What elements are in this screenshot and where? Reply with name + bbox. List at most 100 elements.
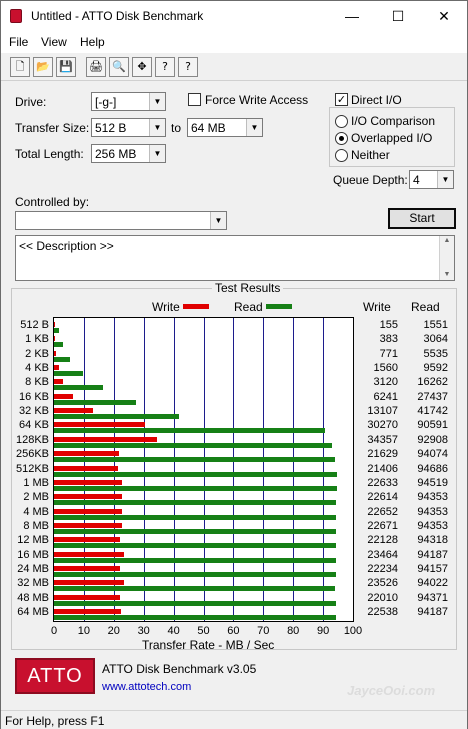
read-bar	[54, 615, 336, 620]
read-bar	[54, 600, 337, 606]
read-value: 3064	[423, 333, 448, 346]
toolbar: 🗋 📂 💾 🖨 🔍 ✥ ? ?	[1, 53, 467, 81]
io-comparison-radio[interactable]	[335, 115, 348, 128]
print-preview-icon[interactable]: 🔍	[109, 57, 129, 77]
overlapped-io-radio[interactable]	[335, 132, 348, 145]
direct-io-label[interactable]: Direct I/O	[351, 93, 402, 107]
write-value: 22128	[367, 534, 398, 547]
read-value: 94157	[417, 562, 448, 575]
row-label: 2 MB	[23, 491, 49, 504]
save-icon[interactable]: 💾	[56, 57, 76, 77]
read-bar	[54, 457, 336, 463]
direct-io-checkbox[interactable]: ✓	[335, 93, 348, 106]
x-tick-label: 30	[137, 625, 150, 637]
chevron-down-icon[interactable]: ▼	[149, 93, 165, 110]
neither-label[interactable]: Neither	[351, 148, 390, 162]
menu-view[interactable]: View	[41, 35, 67, 49]
drive-select[interactable]: [-g-] ▼	[91, 92, 166, 111]
read-bar	[54, 571, 336, 577]
write-bar	[54, 436, 157, 442]
transfer-size-label: Transfer Size:	[15, 121, 90, 135]
queue-depth-select[interactable]: 4 ▼	[409, 170, 454, 189]
read-bar	[54, 528, 337, 534]
read-value: 41742	[417, 405, 448, 418]
open-folder-icon[interactable]: 📂	[33, 57, 53, 77]
new-file-icon[interactable]: 🗋	[10, 57, 30, 77]
read-bar	[54, 557, 336, 563]
chevron-down-icon[interactable]: ▼	[246, 119, 262, 136]
io-comparison-label[interactable]: I/O Comparison	[351, 114, 435, 128]
scroll-down-icon[interactable]: ▼	[440, 270, 454, 280]
description-text: << Description >>	[19, 239, 114, 253]
status-text: For Help, press F1	[5, 714, 105, 728]
maximize-button[interactable]: ☐	[375, 1, 421, 31]
legend-write-swatch	[183, 304, 209, 309]
read-bar	[54, 371, 83, 377]
read-bar	[54, 442, 332, 448]
description-scrollbar[interactable]: ▲ ▼	[439, 236, 454, 280]
write-value: 30270	[367, 419, 398, 432]
menu-file[interactable]: File	[9, 35, 28, 49]
write-bar	[54, 508, 122, 514]
write-value: 22614	[367, 491, 398, 504]
write-value: 22234	[367, 562, 398, 575]
controlled-by-select[interactable]: ▼	[15, 211, 227, 230]
read-bar	[54, 414, 179, 420]
write-bar	[54, 494, 122, 500]
app-window: Untitled - ATTO Disk Benchmark — ☐ ✕ Fil…	[0, 0, 468, 729]
write-value: 23526	[367, 577, 398, 590]
write-value: 13107	[367, 405, 398, 418]
row-label: 8 MB	[23, 519, 49, 532]
total-length-select[interactable]: 256 MB ▼	[91, 144, 166, 163]
write-value: 6241	[373, 390, 398, 403]
whats-this-help-icon[interactable]: ?	[178, 57, 198, 77]
row-label: 4 MB	[23, 505, 49, 518]
app-icon	[10, 9, 22, 23]
row-label: 48 MB	[17, 591, 49, 604]
read-bar	[54, 485, 337, 491]
write-value: 22010	[367, 591, 398, 604]
row-label: 256KB	[15, 448, 49, 461]
read-value: 94318	[417, 534, 448, 547]
force-write-checkbox[interactable]	[188, 93, 201, 106]
chevron-down-icon[interactable]: ▼	[437, 171, 453, 188]
write-bar	[54, 580, 125, 586]
write-value: 3120	[373, 376, 398, 389]
write-bar	[54, 422, 145, 428]
minimize-button[interactable]: —	[329, 1, 375, 31]
write-bar	[54, 565, 121, 571]
legend-write-label: Write	[152, 300, 180, 314]
description-field[interactable]: << Description >> ▲ ▼	[15, 235, 455, 281]
write-bar	[54, 393, 73, 399]
row-label: 8 KB	[25, 376, 49, 389]
read-value: 94353	[417, 519, 448, 532]
queue-depth-label: Queue Depth:	[333, 173, 408, 187]
write-bar	[54, 551, 125, 557]
help-icon[interactable]: ?	[155, 57, 175, 77]
write-bar	[54, 408, 94, 414]
scroll-up-icon[interactable]: ▲	[440, 236, 454, 246]
close-button[interactable]: ✕	[421, 1, 467, 31]
read-value: 94187	[417, 548, 448, 561]
read-value: 94022	[417, 577, 448, 590]
website-link[interactable]: www.attotech.com	[102, 681, 191, 693]
transfer-size-to-select[interactable]: 64 MB ▼	[187, 118, 263, 137]
read-bar	[54, 328, 59, 333]
x-tick-label: 100	[343, 625, 363, 637]
move-icon[interactable]: ✥	[132, 57, 152, 77]
chevron-down-icon[interactable]: ▼	[149, 145, 165, 162]
row-label: 1 MB	[23, 476, 49, 489]
x-tick-label: 50	[197, 625, 210, 637]
neither-radio[interactable]	[335, 149, 348, 162]
controlled-by-label: Controlled by:	[15, 195, 90, 209]
overlapped-io-label[interactable]: Overlapped I/O	[351, 131, 432, 145]
force-write-label[interactable]: Force Write Access	[205, 93, 308, 107]
start-button[interactable]: Start	[388, 208, 456, 229]
menu-help[interactable]: Help	[80, 35, 105, 49]
print-icon[interactable]: 🖨	[86, 57, 106, 77]
read-value: 94686	[417, 462, 448, 475]
read-bar	[54, 428, 325, 434]
chevron-down-icon[interactable]: ▼	[149, 119, 165, 136]
chevron-down-icon[interactable]: ▼	[210, 212, 226, 229]
transfer-size-from-select[interactable]: 512 B ▼	[91, 118, 166, 137]
